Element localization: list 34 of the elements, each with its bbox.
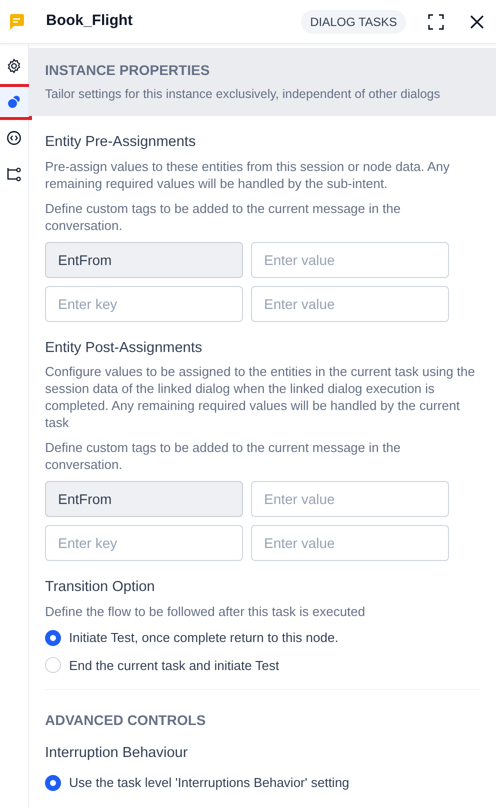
- dialog-title: Book_Flight: [46, 11, 133, 32]
- option-label: Use the task level 'Interruptions Behavior' setting: [69, 774, 350, 792]
- key-field[interactable]: EntFrom: [45, 481, 243, 518]
- option-label: End the current task and initiate Test: [69, 656, 280, 674]
- section-title: Transition Option: [45, 578, 156, 598]
- section-heading: INSTANCE PROPERTIES: [45, 61, 211, 80]
- section-description: Define the flow to be followed after this task is executed: [45, 603, 366, 620]
- chat-logo-icon: [8, 12, 26, 30]
- expand-icon[interactable]: [428, 14, 444, 30]
- value-field[interactable]: Enter value: [251, 525, 449, 562]
- section-title: Entity Post-Assignments: [45, 338, 204, 358]
- circles-icon: [6, 94, 22, 110]
- dialog-tasks-tag[interactable]: DIALOG TASKS: [301, 10, 406, 34]
- option-label: Initiate Test, once complete return to this node.: [69, 629, 338, 647]
- section-description: Configure values to be assigned to the entities in the current task using the session data of the linked dialog when the linked dialog execution is completed. Any remaining required values will be handled by the current task: [45, 363, 476, 432]
- radio-button[interactable]: [45, 774, 61, 790]
- value-field[interactable]: Enter value: [251, 286, 449, 322]
- radio-button[interactable]: [45, 630, 61, 646]
- section-title: Interruption Behaviour: [45, 744, 189, 763]
- hint-text: Define custom tags to be added to the current message in the conversation.: [45, 439, 402, 474]
- flow-icon: [6, 166, 22, 182]
- section-description: Pre-assign values to these entities from this session or node data. Any remaining required values will be handled by the sub-intent.: [45, 158, 451, 192]
- gear-icon: [6, 58, 22, 74]
- code-circle-icon: [6, 130, 22, 146]
- hint-text: Define custom tags to be added to the current message in the conversation.: [45, 200, 402, 234]
- value-field[interactable]: Enter value: [251, 242, 449, 278]
- section-title: Entity Pre-Assignments: [45, 132, 197, 152]
- value-field[interactable]: Enter value: [251, 481, 449, 518]
- section-subtitle: Tailor settings for this instance exclusively, independent of other dialogs: [45, 86, 442, 103]
- close-icon[interactable]: [470, 14, 484, 28]
- key-field[interactable]: Enter key: [45, 525, 243, 562]
- key-field[interactable]: EntFrom: [45, 242, 243, 278]
- key-field[interactable]: Enter key: [45, 286, 243, 322]
- section-heading: ADVANCED CONTROLS: [45, 711, 207, 730]
